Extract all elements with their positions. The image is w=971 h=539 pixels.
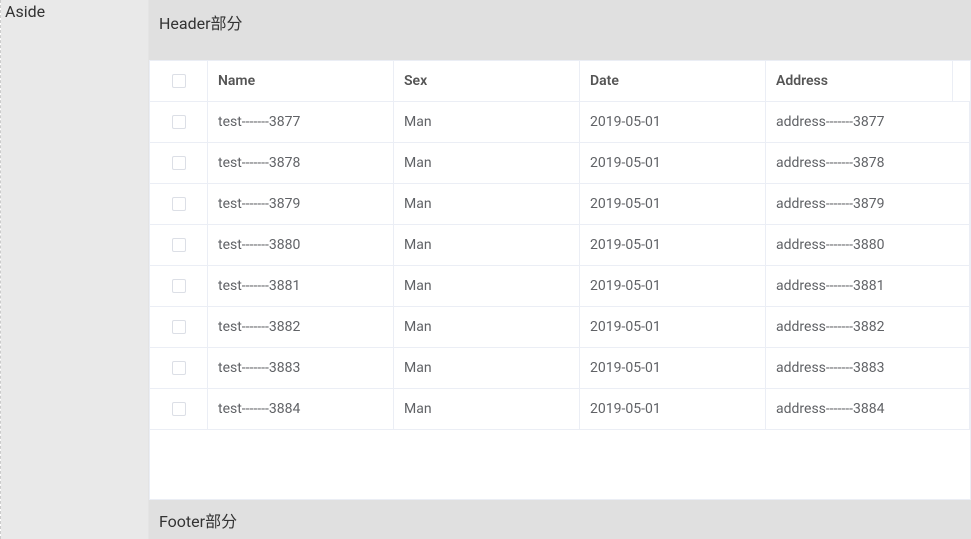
table-row[interactable]: test-------3882Man2019-05-01address-----… bbox=[150, 307, 970, 348]
table-row[interactable]: test-------3883Man2019-05-01address-----… bbox=[150, 348, 970, 389]
cell-address: address-------3884 bbox=[766, 389, 970, 429]
cell-select bbox=[150, 389, 208, 429]
cell-select bbox=[150, 307, 208, 347]
cell-address: address-------3877 bbox=[766, 102, 970, 142]
table-body[interactable]: test-------3877Man2019-05-01address-----… bbox=[150, 102, 970, 499]
column-header-address[interactable]: Address bbox=[766, 61, 953, 101]
cell-select bbox=[150, 225, 208, 265]
header-scrollbar-gutter bbox=[953, 61, 970, 101]
column-header-sex[interactable]: Sex bbox=[394, 61, 580, 101]
cell-date: 2019-05-01 bbox=[580, 184, 766, 224]
column-header-name[interactable]: Name bbox=[208, 61, 394, 101]
aside-panel: Aside bbox=[1, 0, 149, 539]
cell-date: 2019-05-01 bbox=[580, 102, 766, 142]
cell-address: address-------3881 bbox=[766, 266, 970, 306]
cell-date: 2019-05-01 bbox=[580, 389, 766, 429]
cell-sex: Man bbox=[394, 266, 580, 306]
cell-sex: Man bbox=[394, 225, 580, 265]
cell-select bbox=[150, 143, 208, 183]
row-checkbox[interactable] bbox=[172, 402, 186, 416]
cell-address: address-------3882 bbox=[766, 307, 970, 347]
cell-sex: Man bbox=[394, 389, 580, 429]
column-header-select bbox=[150, 61, 208, 101]
footer-title: Footer部分 bbox=[159, 508, 237, 532]
cell-name: test-------3884 bbox=[208, 389, 394, 429]
cell-sex: Man bbox=[394, 307, 580, 347]
cell-name: test-------3878 bbox=[208, 143, 394, 183]
row-checkbox[interactable] bbox=[172, 238, 186, 252]
cell-date: 2019-05-01 bbox=[580, 225, 766, 265]
cell-name: test-------3879 bbox=[208, 184, 394, 224]
cell-sex: Man bbox=[394, 143, 580, 183]
column-header-date[interactable]: Date bbox=[580, 61, 766, 101]
cell-select bbox=[150, 266, 208, 306]
cell-select bbox=[150, 184, 208, 224]
aside-title: Aside bbox=[1, 0, 148, 23]
cell-name: test-------3883 bbox=[208, 348, 394, 388]
table-row[interactable]: test-------3877Man2019-05-01address-----… bbox=[150, 102, 970, 143]
cell-name: test-------3880 bbox=[208, 225, 394, 265]
table-row[interactable]: test-------3884Man2019-05-01address-----… bbox=[150, 389, 970, 430]
cell-address: address-------3883 bbox=[766, 348, 970, 388]
row-checkbox[interactable] bbox=[172, 279, 186, 293]
cell-name: test-------3877 bbox=[208, 102, 394, 142]
table-row[interactable]: test-------3881Man2019-05-01address-----… bbox=[150, 266, 970, 307]
table-header-row: Name Sex Date Address bbox=[150, 61, 970, 102]
row-checkbox[interactable] bbox=[172, 197, 186, 211]
header-bar: Header部分 bbox=[149, 0, 971, 60]
cell-date: 2019-05-01 bbox=[580, 266, 766, 306]
row-checkbox[interactable] bbox=[172, 115, 186, 129]
cell-select bbox=[150, 348, 208, 388]
cell-address: address-------3878 bbox=[766, 143, 970, 183]
footer-bar: Footer部分 bbox=[149, 500, 971, 539]
header-title: Header部分 bbox=[159, 10, 243, 34]
cell-sex: Man bbox=[394, 184, 580, 224]
row-checkbox[interactable] bbox=[172, 156, 186, 170]
cell-sex: Man bbox=[394, 348, 580, 388]
cell-sex: Man bbox=[394, 102, 580, 142]
cell-name: test-------3881 bbox=[208, 266, 394, 306]
cell-select bbox=[150, 102, 208, 142]
main-panel: Header部分 Name Sex Date Address test-----… bbox=[149, 0, 971, 539]
cell-address: address-------3879 bbox=[766, 184, 970, 224]
table-row[interactable]: test-------3879Man2019-05-01address-----… bbox=[150, 184, 970, 225]
cell-date: 2019-05-01 bbox=[580, 143, 766, 183]
table-row[interactable]: test-------3878Man2019-05-01address-----… bbox=[150, 143, 970, 184]
cell-address: address-------3880 bbox=[766, 225, 970, 265]
table-row[interactable]: test-------3880Man2019-05-01address-----… bbox=[150, 225, 970, 266]
row-checkbox[interactable] bbox=[172, 320, 186, 334]
select-all-checkbox[interactable] bbox=[172, 74, 186, 88]
row-checkbox[interactable] bbox=[172, 361, 186, 375]
data-table: Name Sex Date Address test-------3877Man… bbox=[149, 60, 971, 500]
cell-date: 2019-05-01 bbox=[580, 307, 766, 347]
cell-name: test-------3882 bbox=[208, 307, 394, 347]
cell-date: 2019-05-01 bbox=[580, 348, 766, 388]
